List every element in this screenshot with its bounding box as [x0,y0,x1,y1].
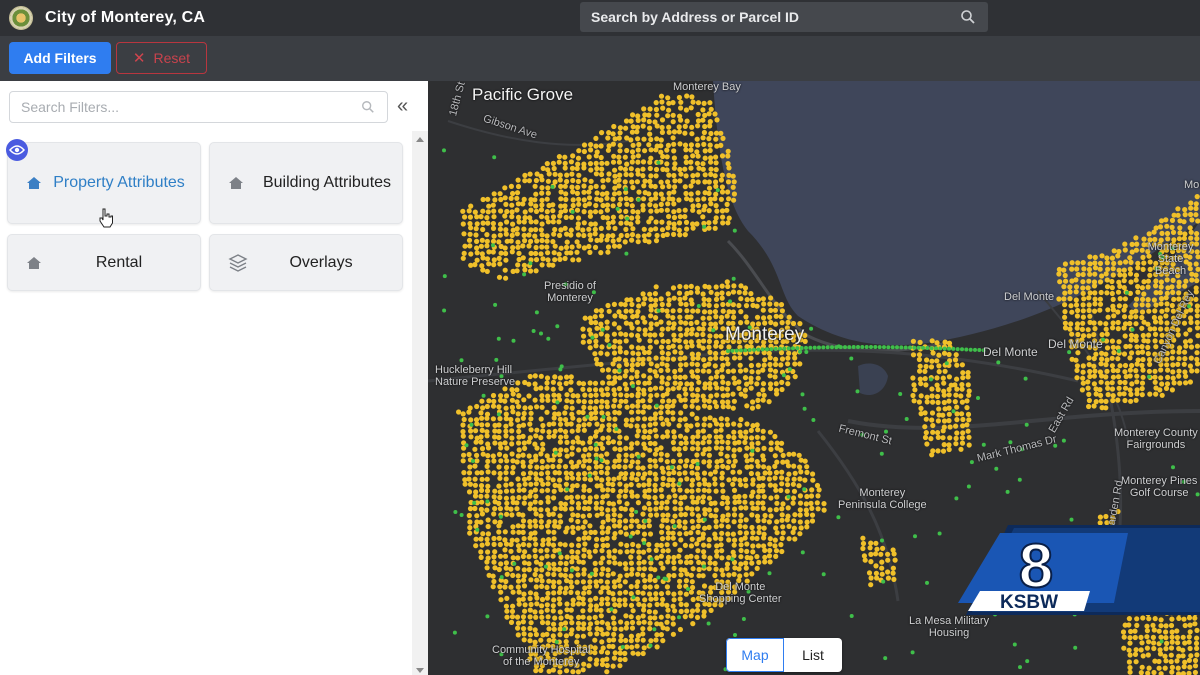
label-community-hospital: Community Hospital of the Monterey [492,644,591,668]
home-icon [27,256,41,269]
address-search-placeholder: Search by Address or Parcel ID [591,9,800,25]
city-seal-logo [9,6,33,30]
collapse-sidebar-button[interactable]: « [397,96,408,116]
label-fairgrounds: Monterey County Fairgrounds [1114,427,1198,451]
reset-button[interactable]: ✕ Reset [116,42,207,74]
filter-search-box [9,91,388,123]
search-icon[interactable] [960,9,976,25]
label-shopping-center: Del Monte Shopping Center [699,581,782,605]
layers-icon [228,253,248,272]
label-del-monte: Del Monte [983,345,1038,359]
filter-sidebar: « Property Attributes Building Attribute… [0,81,428,675]
scroll-down-arrow-icon[interactable] [416,668,424,673]
filter-card-rental[interactable]: Rental [7,234,201,291]
label-huckleberry: Huckleberry Hill Nature Preserve [435,364,516,388]
list-view-button[interactable]: List [784,638,842,672]
visibility-toggle[interactable] [6,139,28,161]
label-pacific-grove: Pacific Grove [472,85,574,104]
address-search-box[interactable]: Search by Address or Parcel ID [580,2,988,32]
label-del-monte-east: Del Monte [1048,337,1103,351]
home-icon [229,177,243,189]
app-title: City of Monterey, CA [45,9,206,26]
label-monte: Monte [1184,179,1200,191]
view-toggle: Map List [726,638,842,672]
mouse-pointer-icon [99,208,113,228]
filter-card-label: Building Attributes [262,174,392,191]
sidebar-scrollbar[interactable] [412,131,428,675]
filter-card-overlays[interactable]: Overlays [209,234,403,291]
label-presidio: Presidio of Monterey [544,280,596,304]
home-icon [27,177,41,189]
filter-card-label: Rental [95,253,143,271]
close-icon: ✕ [132,50,146,67]
search-icon [362,101,374,113]
filter-card-label: Property Attributes [53,174,185,191]
scroll-up-arrow-icon[interactable] [416,137,424,142]
filter-search-input[interactable] [21,99,341,115]
ksbw-channel-number: 8 [1019,532,1053,601]
reset-label: Reset [153,50,191,66]
action-bar: Add Filters ✕ Reset [0,36,1200,81]
label-military-housing: La Mesa Military Housing [909,615,990,639]
map-view-button[interactable]: Map [726,638,784,672]
label-pines-golf-course: Monterey Pines Golf Course [1121,475,1198,499]
label-monterey-bay: Monterey Bay [673,81,741,93]
app-root: City of Monterey, CA Search by Address o… [0,0,1200,675]
add-filters-button[interactable]: Add Filters [9,42,111,74]
filter-card-label: Overlays [289,253,353,271]
label-del-monte-north: Del Monte [1004,291,1055,303]
filter-card-building-attributes[interactable]: Building Attributes [209,142,403,224]
label-monterey-state-beach: Monterey State Beach [1147,241,1194,277]
ksbw-channel-name: KSBW [1000,592,1058,613]
label-peninsula-college: Monterey Peninsula College [838,487,927,511]
top-bar: City of Monterey, CA Search by Address o… [0,0,1200,36]
label-monterey: Monterey [725,324,805,345]
eye-icon [9,145,25,155]
ksbw-logo: 8 KSBW [958,525,1200,615]
map-view[interactable]: Pacific Grove Monterey Monterey Bay Pres… [428,81,1200,675]
